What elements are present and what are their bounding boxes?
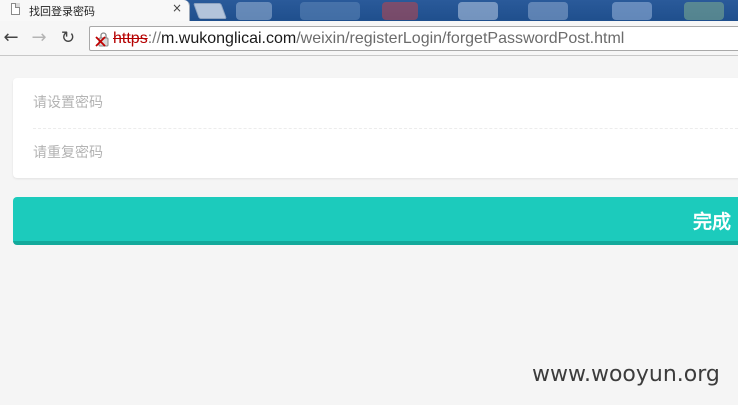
password-form-card	[13, 78, 738, 178]
url-path: /weixin/registerLogin/forgetPasswordPost…	[296, 30, 625, 47]
new-password-input[interactable]	[33, 78, 633, 128]
forward-arrow-icon[interactable]: →	[29, 28, 49, 48]
repeat-password-input[interactable]	[33, 128, 633, 178]
url-text[interactable]: https://m.wukonglicai.com/weixin/registe…	[113, 29, 624, 48]
tab-title: 找回登录密码	[29, 5, 95, 18]
browser-toolbar: ← → ↻ https://m.wukonglicai.com/weixin/r…	[0, 21, 738, 56]
back-arrow-icon[interactable]: ←	[1, 28, 21, 48]
background-blob	[300, 2, 360, 20]
finish-button[interactable]: 完成	[13, 197, 738, 245]
background-blob	[684, 2, 724, 20]
repeat-password-row	[33, 128, 738, 178]
tab-strip: 找回登录密码 ×	[0, 0, 738, 21]
finish-button-label: 完成	[693, 211, 732, 233]
url-separator: ://	[147, 30, 162, 47]
watermark: www.wooyun.org	[532, 362, 720, 387]
page-icon	[11, 3, 20, 15]
background-blob	[612, 2, 652, 20]
new-tab-button[interactable]	[193, 3, 227, 19]
reload-icon[interactable]: ↻	[58, 28, 78, 48]
url-scheme: https	[113, 30, 148, 47]
background-blob	[458, 2, 498, 20]
background-blob	[382, 2, 418, 20]
background-blob	[236, 2, 272, 20]
new-password-row	[33, 78, 738, 129]
background-blob	[528, 2, 568, 20]
close-tab-icon[interactable]: ×	[172, 1, 182, 15]
url-host: m.wukonglicai.com	[161, 30, 297, 47]
address-bar[interactable]: https://m.wukonglicai.com/weixin/registe…	[89, 26, 738, 51]
browser-tab[interactable]: 找回登录密码 ×	[0, 0, 190, 21]
broken-lock-icon[interactable]	[95, 31, 113, 47]
